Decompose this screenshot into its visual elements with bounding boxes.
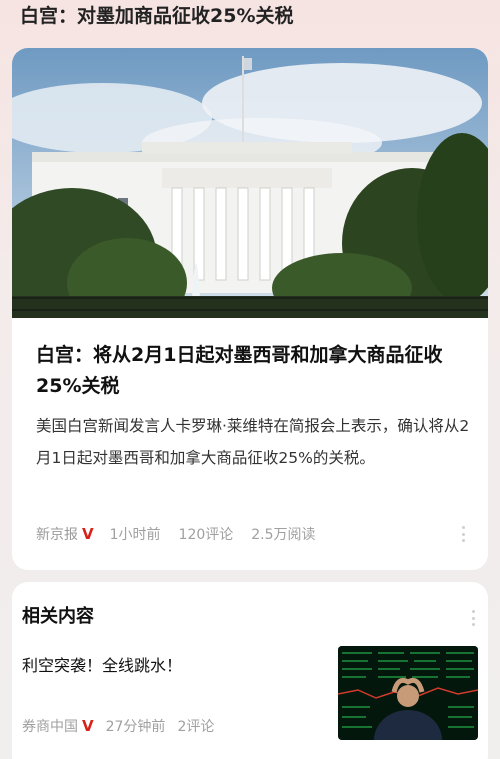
related-card: 相关内容 利空突袭！全线跳水！ 券商中国 V 27分钟前 2评论 bbox=[12, 582, 488, 759]
related-item-title[interactable]: 利空突袭！全线跳水！ bbox=[22, 652, 182, 676]
page-title: 白宫：对墨加商品征收25%关税 bbox=[20, 5, 294, 27]
article-summary: 美国白宫新闻发言人卡罗琳·莱维特在简报会上表示，确认将从2月1日起对墨西哥和加拿… bbox=[36, 417, 470, 467]
related-item-meta: 券商中国 V 27分钟前 2评论 bbox=[22, 716, 226, 736]
related-item-comments[interactable]: 2评论 bbox=[177, 716, 214, 736]
article-comments[interactable]: 120评论 bbox=[179, 524, 234, 544]
article-time: 1小时前 bbox=[109, 527, 161, 543]
related-item-source[interactable]: 券商中国 bbox=[22, 716, 78, 736]
article-source[interactable]: 新京报 bbox=[36, 524, 78, 544]
more-vertical-icon[interactable] bbox=[458, 526, 468, 542]
article-hero-image[interactable] bbox=[12, 48, 488, 318]
related-heading: 相关内容 bbox=[22, 606, 94, 627]
article-meta: 新京报 V 1小时前 120评论 2.5万阅读 bbox=[36, 522, 334, 546]
article-title[interactable]: 白宫：将从2月1日起对墨西哥和加拿大商品征收25%关税 bbox=[36, 340, 476, 402]
more-vertical-icon[interactable] bbox=[468, 610, 478, 626]
article-reads: 2.5万阅读 bbox=[251, 527, 316, 543]
verified-badge-icon: V bbox=[82, 717, 94, 735]
related-item-time: 27分钟前 bbox=[105, 719, 166, 735]
verified-badge-icon: V bbox=[82, 525, 94, 543]
related-item-thumbnail[interactable] bbox=[338, 646, 478, 740]
article-card[interactable]: 白宫：将从2月1日起对墨西哥和加拿大商品征收25%关税 美国白宫新闻发言人卡罗琳… bbox=[12, 48, 488, 570]
